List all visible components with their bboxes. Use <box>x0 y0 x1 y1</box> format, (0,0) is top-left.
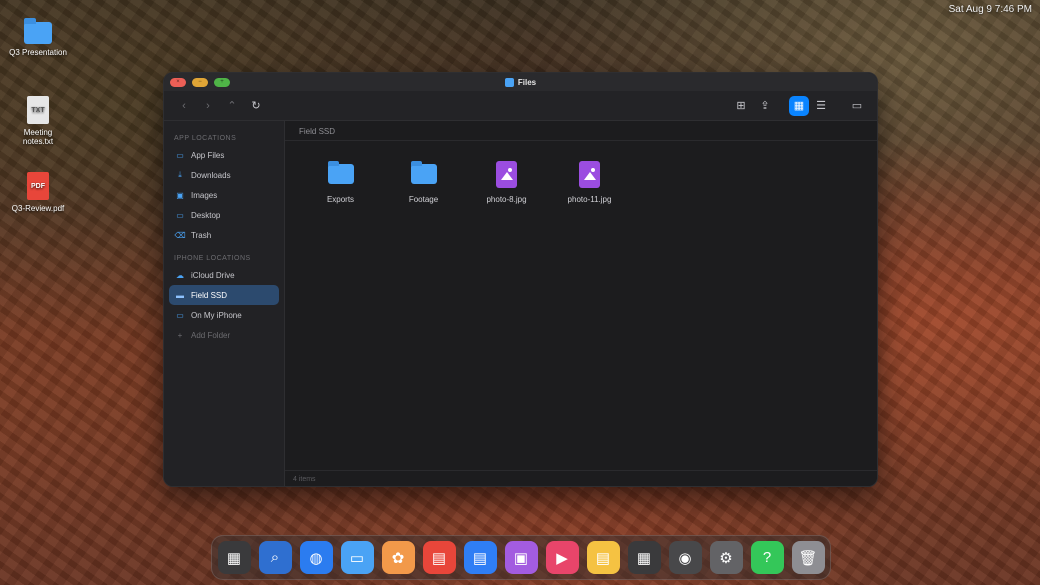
file-name: photo-8.jpg <box>486 195 527 204</box>
sidebar-item-label: iCloud Drive <box>191 270 235 280</box>
menubar-clock: Sat Aug 9 7:46 PM <box>948 4 1032 15</box>
file-name: photo-11.jpg <box>567 195 612 204</box>
add-folder-button[interactable]: + Add Folder <box>169 325 279 345</box>
desktop-item-meeting-notes[interactable]: TXT Meeting notes.txt <box>8 96 68 146</box>
sidebar-item-desktop[interactable]: ▭ Desktop <box>169 205 279 225</box>
forward-button[interactable]: › <box>196 95 220 117</box>
file-item-photo-11[interactable]: photo-11.jpg <box>548 160 631 204</box>
toolbar: ‹ › ⌃ ↻ ⊞ ⇪ ▦ ☰ ▭ <box>164 91 877 121</box>
dock-help-icon[interactable]: ? <box>750 541 784 574</box>
dock-photos-icon[interactable]: ✿ <box>381 541 415 574</box>
desktop-icon: ▭ <box>176 210 184 220</box>
folder-icon: ▭ <box>176 150 184 160</box>
sidebar-item-icloud-drive[interactable]: ☁ iCloud Drive <box>169 265 279 285</box>
plus-icon: + <box>177 330 183 340</box>
cloud-icon: ☁ <box>176 270 184 280</box>
dock-calculator-icon[interactable]: ▦ <box>627 541 661 574</box>
file-browser: Field SSD Exports Footage photo-8.jpg ph… <box>285 121 877 486</box>
sidebar-item-label: Downloads <box>191 170 231 180</box>
share-button[interactable]: ⇪ <box>753 95 777 117</box>
pdf-file-icon: PDF <box>27 172 49 200</box>
sidebar-item-label: Images <box>191 190 218 200</box>
window-title-text: Files <box>517 77 537 87</box>
sidebar-item-downloads[interactable]: ⤓ Downloads <box>169 165 279 185</box>
text-file-icon: TXT <box>27 96 49 124</box>
sidebar-item-label: Field SSD <box>191 290 228 300</box>
status-bar: 4 items <box>285 470 877 486</box>
sidebar-item-trash[interactable]: ⌫ Trash <box>169 225 279 245</box>
desktop-item-label: Q3 Presentation <box>9 48 67 57</box>
sidebar: APP LOCATIONS ▭ App Files ⤓ Downloads ▣ … <box>164 121 285 486</box>
dock-trash-icon[interactable]: 🗑 <box>791 541 825 574</box>
dock-docs-icon[interactable]: ▤ <box>463 541 497 574</box>
up-button[interactable]: ⌃ <box>220 95 244 117</box>
sidebar-item-label: Desktop <box>191 210 221 220</box>
desktop-item-q3-presentation[interactable]: Q3 Presentation <box>8 18 68 57</box>
drive-icon: ▬ <box>176 290 184 300</box>
image-icon: ▣ <box>176 190 184 200</box>
list-view-button[interactable]: ☰ <box>809 95 833 117</box>
sidebar-item-label: Trash <box>191 230 212 240</box>
image-file-icon <box>579 160 600 188</box>
folder-icon <box>24 18 52 44</box>
file-item-exports[interactable]: Exports <box>299 161 382 204</box>
refresh-button[interactable]: ↻ <box>244 95 268 117</box>
sidebar-item-field-ssd[interactable]: ▬ Field SSD <box>169 285 279 305</box>
sidebar-item-images[interactable]: ▣ Images <box>169 185 279 205</box>
folder-icon: ▭ <box>176 310 184 320</box>
download-icon: ⤓ <box>178 170 182 179</box>
dock-launchpad-icon[interactable]: ▦ <box>217 541 251 574</box>
back-button[interactable]: ‹ <box>172 95 196 117</box>
grid-view-button[interactable]: ▦ <box>789 95 809 116</box>
file-item-photo-8[interactable]: photo-8.jpg <box>465 160 548 204</box>
dock-gallery-icon[interactable]: ▣ <box>504 541 538 574</box>
sidebar-item-on-my-iphone[interactable]: ▭ On My iPhone <box>169 305 279 325</box>
dock-video-icon[interactable]: ▶ <box>545 541 579 574</box>
window-title: Files <box>164 73 877 91</box>
present-button[interactable]: ▭ <box>845 95 869 117</box>
trash-icon: ⌫ <box>174 230 186 240</box>
folder-icon <box>327 161 354 184</box>
files-app-icon <box>504 77 514 87</box>
files-window: × − + Files ‹ › ⌃ ↻ ⊞ ⇪ ▦ ☰ ▭ APP LOCATI… <box>163 72 878 487</box>
sidebar-item-label: On My iPhone <box>191 310 242 320</box>
sidebar-section-iphone-locations: IPHONE LOCATIONS <box>174 255 251 262</box>
dock-files-icon[interactable]: ▭ <box>340 541 374 574</box>
file-name: Footage <box>408 195 439 204</box>
sidebar-item-label: App Files <box>191 150 225 160</box>
title-bar[interactable]: × − + Files <box>164 73 877 91</box>
desktop-item-q3-review[interactable]: PDF Q3-Review.pdf <box>8 172 68 213</box>
dock-camera-icon[interactable]: ◉ <box>668 541 702 574</box>
new-folder-button[interactable]: ⊞ <box>729 95 753 117</box>
folder-icon <box>410 161 437 184</box>
sidebar-item-app-files[interactable]: ▭ App Files <box>169 145 279 165</box>
add-folder-label: Add Folder <box>191 330 231 340</box>
dock: ▦ ⌕ ◍ ▭ ✿ ▤ ▤ ▣ ▶ ▤ ▦ ◉ ⚙ ? 🗑 <box>211 535 831 580</box>
dock-search-icon[interactable]: ⌕ <box>258 541 292 574</box>
sidebar-section-app-locations: APP LOCATIONS <box>174 135 237 142</box>
file-grid: Exports Footage photo-8.jpg photo-11.jpg <box>285 141 877 204</box>
file-item-footage[interactable]: Footage <box>382 161 465 204</box>
file-name: Exports <box>326 195 355 204</box>
desktop-item-label: Q3-Review.pdf <box>11 204 65 213</box>
dock-settings-icon[interactable]: ⚙ <box>709 541 743 574</box>
dock-pdf-icon[interactable]: ▤ <box>422 541 456 574</box>
dock-notes-icon[interactable]: ▤ <box>586 541 620 574</box>
dock-browser-icon[interactable]: ◍ <box>299 541 333 574</box>
desktop-item-label: Meeting notes.txt <box>22 128 54 146</box>
image-file-icon <box>496 160 517 188</box>
breadcrumb: Field SSD <box>285 121 877 141</box>
